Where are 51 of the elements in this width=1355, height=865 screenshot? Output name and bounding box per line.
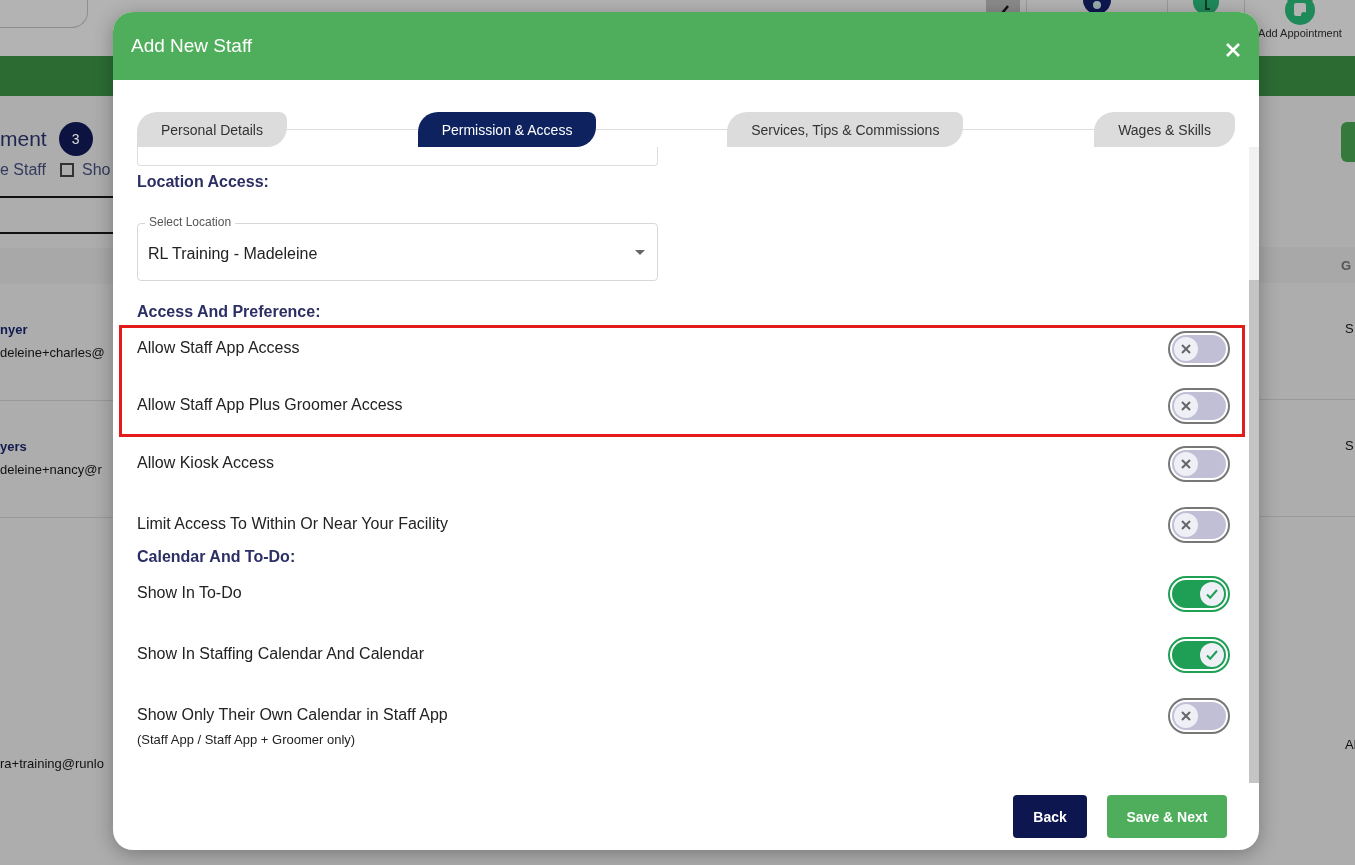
- column-header: G: [1341, 257, 1352, 273]
- caret-icon: [635, 249, 645, 255]
- close-icon[interactable]: [1225, 42, 1241, 58]
- setting-label: Limit Access To Within Or Near Your Facility: [137, 514, 448, 534]
- step-tab[interactable]: Services, Tips & Commissions: [727, 112, 964, 147]
- count-badge: 3: [58, 122, 93, 156]
- setting-label: Show Only Their Own Calendar in Staff App: [137, 705, 448, 725]
- toggle-switch[interactable]: [1168, 446, 1230, 482]
- setting-label: Allow Kiosk Access: [137, 453, 274, 473]
- toggle-switch[interactable]: [1168, 698, 1230, 734]
- filter-label: e Staff: [0, 161, 46, 179]
- section-heading: Calendar And To-Do:: [137, 547, 297, 567]
- step-tab[interactable]: Permission & Access: [417, 112, 597, 147]
- toggle-switch[interactable]: [1168, 388, 1230, 424]
- check-icon: [1205, 648, 1219, 662]
- staff-name: yers: [0, 439, 28, 454]
- staff-email: deleine+charles@: [0, 345, 106, 360]
- input-field[interactable]: [137, 147, 658, 166]
- scrollbar[interactable]: [1249, 147, 1259, 783]
- x-icon: [1180, 458, 1192, 470]
- x-icon: [1180, 400, 1192, 412]
- checkbox-label: Sho: [81, 161, 111, 179]
- x-icon: [1180, 710, 1192, 722]
- table-cell: S: [1345, 438, 1354, 453]
- search-field[interactable]: [0, 0, 88, 28]
- toggle-switch[interactable]: [1168, 507, 1230, 543]
- table-cell: Al: [1345, 737, 1355, 752]
- staff-name: nyer: [0, 322, 29, 337]
- setting-label: Allow Staff App Access: [137, 338, 300, 358]
- step-tab[interactable]: Wages & Skills: [1094, 112, 1235, 147]
- add-appointment-label[interactable]: Add Appointment: [1258, 27, 1342, 39]
- x-icon: [1180, 343, 1192, 355]
- table-cell: S: [1345, 321, 1354, 336]
- checkbox[interactable]: [59, 163, 74, 177]
- setting-label: Show In To-Do: [137, 583, 242, 603]
- page-title: ment: [0, 127, 47, 151]
- x-icon: [1180, 519, 1192, 531]
- setting-label: Show In Staffing Calendar And Calendar: [137, 644, 424, 664]
- setting-label: Allow Staff App Plus Groomer Access: [137, 395, 403, 415]
- section-heading: Location Access:: [137, 172, 270, 192]
- back-button[interactable]: Back: [1013, 795, 1087, 838]
- toggle-switch[interactable]: [1168, 637, 1230, 673]
- toggle-switch[interactable]: [1168, 576, 1230, 612]
- check-icon: [1205, 587, 1219, 601]
- toggle-switch[interactable]: [1168, 331, 1230, 367]
- setting-note: (Staff App / Staff App + Groomer only): [137, 732, 357, 747]
- section-heading: Access And Preference:: [137, 302, 322, 322]
- staff-email: deleine+nancy@r: [0, 462, 103, 477]
- dialog-title: Add New Staff: [131, 35, 253, 57]
- staff-email: ra+training@runlo: [0, 756, 105, 771]
- step-tab[interactable]: Personal Details: [137, 112, 287, 147]
